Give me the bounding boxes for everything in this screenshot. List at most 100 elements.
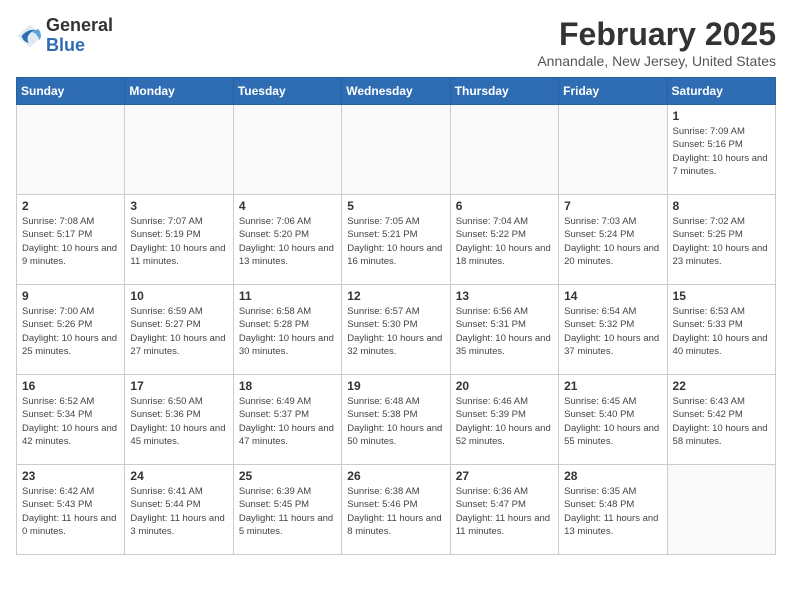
- day-info: Sunrise: 6:38 AM Sunset: 5:46 PM Dayligh…: [347, 485, 444, 538]
- day-info: Sunrise: 6:42 AM Sunset: 5:43 PM Dayligh…: [22, 485, 119, 538]
- title-block: February 2025 Annandale, New Jersey, Uni…: [537, 16, 776, 69]
- calendar-day-cell: 7Sunrise: 7:03 AM Sunset: 5:24 PM Daylig…: [559, 195, 667, 285]
- day-info: Sunrise: 7:09 AM Sunset: 5:16 PM Dayligh…: [673, 125, 770, 178]
- day-number: 8: [673, 199, 770, 213]
- weekday-header: Tuesday: [233, 78, 341, 105]
- calendar-day-cell: 1 Sunrise: 7:09 AM Sunset: 5:16 PM Daylig…: [667, 105, 775, 195]
- day-number: 28: [564, 469, 661, 483]
- weekday-header: Monday: [125, 78, 233, 105]
- calendar-day-cell: 2 Sunrise: 7:08 AM Sunset: 5:17 PM Daylig…: [17, 195, 125, 285]
- calendar-table: SundayMondayTuesdayWednesdayThursdayFrid…: [16, 77, 776, 555]
- day-info: Sunrise: 6:59 AM Sunset: 5:27 PM Dayligh…: [130, 305, 227, 358]
- month-title: February 2025: [537, 16, 776, 53]
- day-number: 3: [130, 199, 227, 213]
- day-number: 2: [22, 199, 119, 213]
- calendar-day-cell: 8 Sunrise: 7:02 AM Sunset: 5:25 PM Daylig…: [667, 195, 775, 285]
- calendar-week-row: 23 Sunrise: 6:42 AM Sunset: 5:43 PM Dayli…: [17, 465, 776, 555]
- day-info: Sunrise: 6:43 AM Sunset: 5:42 PM Dayligh…: [673, 395, 770, 448]
- calendar-day-cell: 12 Sunrise: 6:57 AM Sunset: 5:30 PM Dayli…: [342, 285, 450, 375]
- day-number: 5: [347, 199, 444, 213]
- calendar-week-row: 16 Sunrise: 6:52 AM Sunset: 5:34 PM Dayli…: [17, 375, 776, 465]
- calendar-day-cell: [667, 465, 775, 555]
- weekday-header: Wednesday: [342, 78, 450, 105]
- day-number: 18: [239, 379, 336, 393]
- day-number: 22: [673, 379, 770, 393]
- day-info: Sunrise: 6:45 AM Sunset: 5:40 PM Dayligh…: [564, 395, 661, 448]
- day-info: Sunrise: 6:57 AM Sunset: 5:30 PM Dayligh…: [347, 305, 444, 358]
- calendar-day-cell: 19Sunrise: 6:48 AM Sunset: 5:38 PM Dayli…: [342, 375, 450, 465]
- calendar-day-cell: 23 Sunrise: 6:42 AM Sunset: 5:43 PM Dayli…: [17, 465, 125, 555]
- day-number: 12: [347, 289, 444, 303]
- calendar-day-cell: 14 Sunrise: 6:54 AM Sunset: 5:32 PM Dayli…: [559, 285, 667, 375]
- weekday-header: Thursday: [450, 78, 558, 105]
- day-number: 19: [347, 379, 444, 393]
- day-number: 21: [564, 379, 661, 393]
- weekday-header: Sunday: [17, 78, 125, 105]
- calendar-day-cell: 3 Sunrise: 7:07 AM Sunset: 5:19 PM Daylig…: [125, 195, 233, 285]
- calendar-day-cell: 18 Sunrise: 6:49 AM Sunset: 5:37 PM Dayli…: [233, 375, 341, 465]
- calendar-day-cell: 25 Sunrise: 6:39 AM Sunset: 5:45 PM Dayli…: [233, 465, 341, 555]
- calendar-day-cell: 21 Sunrise: 6:45 AM Sunset: 5:40 PM Dayli…: [559, 375, 667, 465]
- day-number: 25: [239, 469, 336, 483]
- day-info: Sunrise: 6:54 AM Sunset: 5:32 PM Dayligh…: [564, 305, 661, 358]
- day-number: 16: [22, 379, 119, 393]
- day-number: 15: [673, 289, 770, 303]
- day-info: Sunrise: 6:56 AM Sunset: 5:31 PM Dayligh…: [456, 305, 553, 358]
- calendar-day-cell: [125, 105, 233, 195]
- calendar-header: SundayMondayTuesdayWednesdayThursdayFrid…: [17, 78, 776, 105]
- calendar-day-cell: [559, 105, 667, 195]
- day-info: Sunrise: 6:46 AM Sunset: 5:39 PM Dayligh…: [456, 395, 553, 448]
- day-number: 7: [564, 199, 661, 213]
- calendar-day-cell: 5Sunrise: 7:05 AM Sunset: 5:21 PM Daylig…: [342, 195, 450, 285]
- day-info: Sunrise: 6:41 AM Sunset: 5:44 PM Dayligh…: [130, 485, 227, 538]
- calendar-day-cell: 10Sunrise: 6:59 AM Sunset: 5:27 PM Dayli…: [125, 285, 233, 375]
- calendar-day-cell: 27 Sunrise: 6:36 AM Sunset: 5:47 PM Dayli…: [450, 465, 558, 555]
- day-info: Sunrise: 7:04 AM Sunset: 5:22 PM Dayligh…: [456, 215, 553, 268]
- day-number: 13: [456, 289, 553, 303]
- calendar-day-cell: [17, 105, 125, 195]
- day-info: Sunrise: 6:39 AM Sunset: 5:45 PM Dayligh…: [239, 485, 336, 538]
- day-info: Sunrise: 6:50 AM Sunset: 5:36 PM Dayligh…: [130, 395, 227, 448]
- page-header: General Blue February 2025 Annandale, Ne…: [16, 16, 776, 69]
- day-number: 26: [347, 469, 444, 483]
- calendar-day-cell: 22 Sunrise: 6:43 AM Sunset: 5:42 PM Dayli…: [667, 375, 775, 465]
- day-number: 6: [456, 199, 553, 213]
- weekday-header: Saturday: [667, 78, 775, 105]
- day-info: Sunrise: 7:02 AM Sunset: 5:25 PM Dayligh…: [673, 215, 770, 268]
- logo-general: General: [46, 15, 113, 35]
- calendar-week-row: 9Sunrise: 7:00 AM Sunset: 5:26 PM Daylig…: [17, 285, 776, 375]
- day-info: Sunrise: 6:49 AM Sunset: 5:37 PM Dayligh…: [239, 395, 336, 448]
- calendar-day-cell: [342, 105, 450, 195]
- logo-icon: [16, 22, 44, 50]
- day-number: 4: [239, 199, 336, 213]
- location: Annandale, New Jersey, United States: [537, 53, 776, 69]
- calendar-day-cell: 9Sunrise: 7:00 AM Sunset: 5:26 PM Daylig…: [17, 285, 125, 375]
- logo-blue: Blue: [46, 35, 85, 55]
- day-number: 27: [456, 469, 553, 483]
- day-info: Sunrise: 7:06 AM Sunset: 5:20 PM Dayligh…: [239, 215, 336, 268]
- calendar-day-cell: 4 Sunrise: 7:06 AM Sunset: 5:20 PM Daylig…: [233, 195, 341, 285]
- weekday-row: SundayMondayTuesdayWednesdayThursdayFrid…: [17, 78, 776, 105]
- day-number: 20: [456, 379, 553, 393]
- day-info: Sunrise: 6:58 AM Sunset: 5:28 PM Dayligh…: [239, 305, 336, 358]
- day-info: Sunrise: 7:08 AM Sunset: 5:17 PM Dayligh…: [22, 215, 119, 268]
- calendar-day-cell: 11 Sunrise: 6:58 AM Sunset: 5:28 PM Dayli…: [233, 285, 341, 375]
- logo: General Blue: [16, 16, 113, 56]
- weekday-header: Friday: [559, 78, 667, 105]
- day-number: 14: [564, 289, 661, 303]
- calendar-week-row: 2 Sunrise: 7:08 AM Sunset: 5:17 PM Daylig…: [17, 195, 776, 285]
- calendar-day-cell: 15Sunrise: 6:53 AM Sunset: 5:33 PM Dayli…: [667, 285, 775, 375]
- day-info: Sunrise: 6:52 AM Sunset: 5:34 PM Dayligh…: [22, 395, 119, 448]
- day-number: 23: [22, 469, 119, 483]
- day-number: 11: [239, 289, 336, 303]
- day-info: Sunrise: 6:36 AM Sunset: 5:47 PM Dayligh…: [456, 485, 553, 538]
- calendar-week-row: 1 Sunrise: 7:09 AM Sunset: 5:16 PM Daylig…: [17, 105, 776, 195]
- day-number: 17: [130, 379, 227, 393]
- calendar-day-cell: 20 Sunrise: 6:46 AM Sunset: 5:39 PM Dayli…: [450, 375, 558, 465]
- day-number: 9: [22, 289, 119, 303]
- calendar-day-cell: [233, 105, 341, 195]
- day-info: Sunrise: 7:07 AM Sunset: 5:19 PM Dayligh…: [130, 215, 227, 268]
- calendar-day-cell: 24Sunrise: 6:41 AM Sunset: 5:44 PM Dayli…: [125, 465, 233, 555]
- calendar-day-cell: 6 Sunrise: 7:04 AM Sunset: 5:22 PM Daylig…: [450, 195, 558, 285]
- day-number: 1: [673, 109, 770, 123]
